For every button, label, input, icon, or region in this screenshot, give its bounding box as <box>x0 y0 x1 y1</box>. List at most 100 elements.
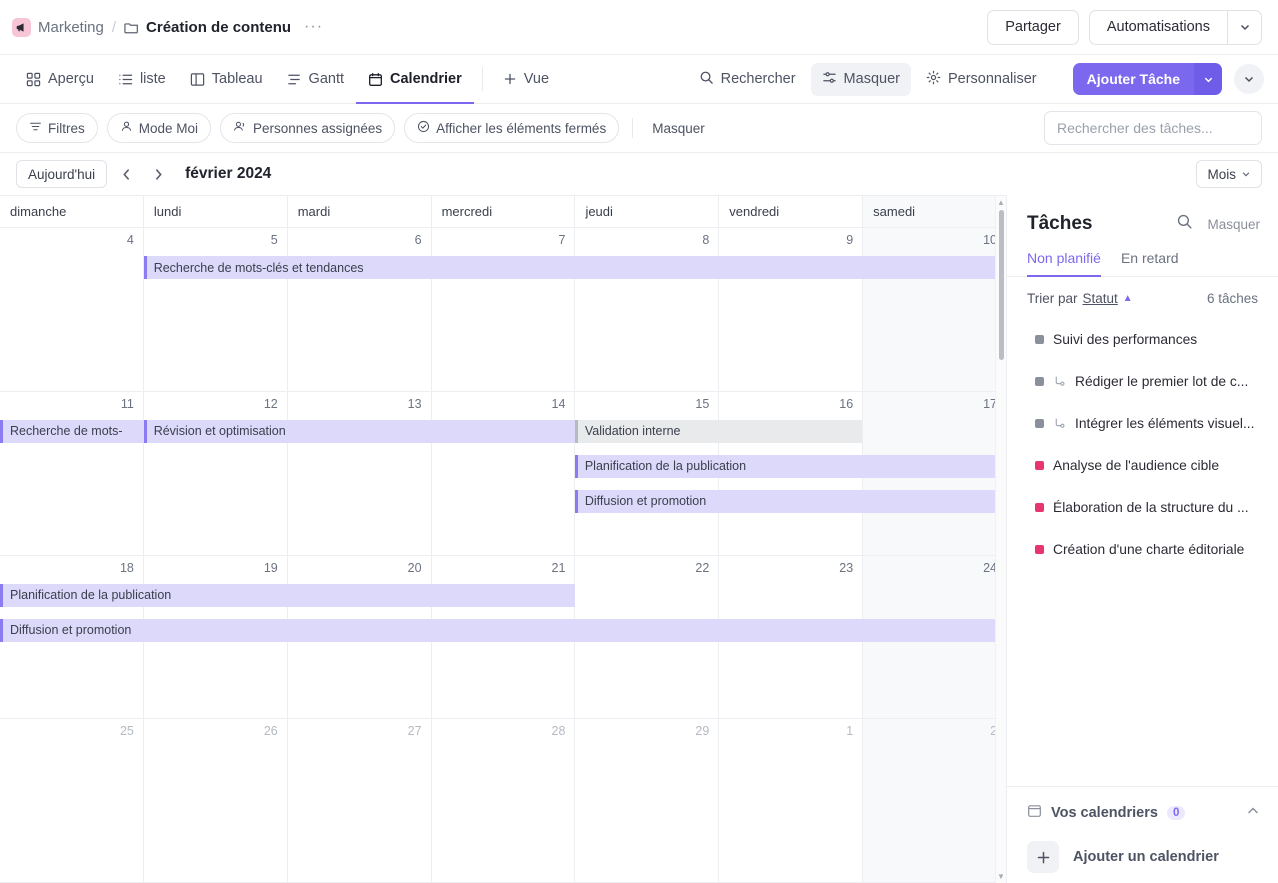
calendar-event[interactable]: Révision et optimisation <box>144 420 575 443</box>
calendar-day-cell[interactable]: 28 <box>432 719 576 882</box>
sort-direction-icon[interactable]: ▲ <box>1123 293 1133 304</box>
sidebar-tab-unscheduled[interactable]: Non planifié <box>1027 250 1101 277</box>
list-icon <box>118 72 133 87</box>
add-view-button[interactable]: Vue <box>491 56 561 104</box>
scroll-up-icon[interactable]: ▲ <box>997 198 1005 207</box>
calendar-zoom-select[interactable]: Mois <box>1196 160 1262 188</box>
sidebar-search-icon[interactable] <box>1176 213 1193 235</box>
calendar-day-cell[interactable]: 8 <box>575 228 719 391</box>
day-of-week-mardi: mardi <box>288 196 432 227</box>
tab-tableau[interactable]: Tableau <box>178 56 275 104</box>
day-number: 1 <box>846 724 853 738</box>
calendar-day-cell[interactable]: 14 <box>432 392 576 555</box>
calendar-day-cell[interactable]: 12 <box>144 392 288 555</box>
share-button[interactable]: Partager <box>987 10 1079 45</box>
show-closed-chip[interactable]: Afficher les éléments fermés <box>404 113 619 143</box>
prev-month-button[interactable] <box>113 161 139 187</box>
calendar-event[interactable]: Recherche de mots- <box>0 420 144 443</box>
day-number: 6 <box>415 233 422 247</box>
calendar-period-title: février 2024 <box>185 165 271 183</box>
calendar-day-cell[interactable]: 11 <box>0 392 144 555</box>
calendar-day-cell[interactable]: 1 <box>719 719 863 882</box>
list-item[interactable]: Création d'une charte éditoriale <box>1007 528 1278 570</box>
calendar-event[interactable]: Diffusion et promotion <box>575 490 1006 513</box>
calendar-day-cell[interactable]: 6 <box>288 228 432 391</box>
search-button[interactable]: Rechercher <box>688 63 807 96</box>
calendar-day-cell[interactable]: 9 <box>719 228 863 391</box>
list-item[interactable]: Rédiger le premier lot de c... <box>1007 360 1278 402</box>
sidebar-tab-overdue[interactable]: En retard <box>1121 250 1179 277</box>
breadcrumb-more-icon[interactable]: ··· <box>298 18 323 36</box>
calendar-day-cell[interactable]: 26 <box>144 719 288 882</box>
status-dot-icon <box>1035 503 1044 512</box>
breadcrumb-current[interactable]: Création de contenu <box>146 19 291 36</box>
sidebar-hide-button[interactable]: Masquer <box>1207 217 1260 232</box>
calendar-event[interactable]: Planification de la publication <box>0 584 575 607</box>
status-dot-icon <box>1035 545 1044 554</box>
calendar-event[interactable]: Diffusion et promotion <box>0 619 1006 642</box>
add-calendar-button[interactable]: Ajouter un calendrier <box>1027 841 1260 873</box>
calendar-day-cell[interactable]: 29 <box>575 719 719 882</box>
customize-button[interactable]: Personnaliser <box>915 63 1048 96</box>
board-icon <box>190 72 205 87</box>
your-calendars-header[interactable]: Vos calendriers 0 <box>1027 803 1260 823</box>
scrollbar-thumb[interactable] <box>999 210 1004 360</box>
filter-hide-button[interactable]: Masquer <box>646 121 711 136</box>
person-icon <box>120 120 133 136</box>
calendar-event[interactable]: Planification de la publication <box>575 455 1006 478</box>
calendar-event[interactable]: Validation interne <box>575 420 862 443</box>
tab-liste[interactable]: liste <box>106 56 178 104</box>
search-tasks-input[interactable] <box>1057 120 1249 136</box>
calendar-day-cell[interactable]: 7 <box>432 228 576 391</box>
more-views-caret-icon[interactable] <box>1234 64 1264 94</box>
calendar-day-cell[interactable]: 13 <box>288 392 432 555</box>
sidebar-tabs: Non planifié En retard <box>1007 235 1278 277</box>
calendar-day-cell[interactable]: 2 <box>863 719 1006 882</box>
list-item[interactable]: Suivi des performances <box>1007 318 1278 360</box>
tab-calendrier[interactable]: Calendrier <box>356 56 474 104</box>
view-divider <box>482 67 483 91</box>
calendar-week: 2526272829 12 <box>0 719 1006 883</box>
list-item[interactable]: Analyse de l'audience cible <box>1007 444 1278 486</box>
sidebar-sort-row: Trier par Statut ▲ 6 tâches <box>1007 277 1278 314</box>
chevron-up-icon[interactable] <box>1246 804 1260 823</box>
list-item[interactable]: Intégrer les éléments visuel... <box>1007 402 1278 444</box>
sidebar-spacer <box>1007 570 1278 786</box>
search-tasks-field[interactable] <box>1044 111 1262 145</box>
calendar-day-cell[interactable]: 4 <box>0 228 144 391</box>
assignees-chip[interactable]: Personnes assignées <box>220 113 395 143</box>
next-month-button[interactable] <box>145 161 171 187</box>
sort-key-button[interactable]: Statut <box>1083 291 1118 306</box>
gear-icon <box>926 70 941 89</box>
filter-bar: Filtres Mode Moi Personnes assignées Aff… <box>0 104 1278 153</box>
today-button[interactable]: Aujourd'hui <box>16 160 107 188</box>
breadcrumb-workspace[interactable]: Marketing <box>38 19 104 36</box>
day-number: 12 <box>264 397 278 411</box>
calendar-day-cell[interactable]: 27 <box>288 719 432 882</box>
day-number: 8 <box>702 233 709 247</box>
add-task-button[interactable]: Ajouter Tâche <box>1073 63 1194 95</box>
calendar-day-cell[interactable]: 25 <box>0 719 144 882</box>
calendar-day-cell[interactable]: 5 <box>144 228 288 391</box>
automations-button[interactable]: Automatisations <box>1089 10 1227 45</box>
calendar-week: 45 67 8910Recherche de mots-clés et tendan… <box>0 228 1006 392</box>
grid-icon <box>26 72 41 87</box>
filters-chip[interactable]: Filtres <box>16 113 98 143</box>
hide-fields-button[interactable]: Masquer <box>811 63 911 96</box>
automations-split-button: Automatisations <box>1089 10 1262 45</box>
me-mode-chip[interactable]: Mode Moi <box>107 113 211 143</box>
automations-caret-icon[interactable] <box>1227 10 1262 45</box>
calendar-event[interactable]: Recherche de mots-clés et tendances <box>144 256 1006 279</box>
scroll-down-icon[interactable]: ▼ <box>997 872 1005 881</box>
tab-apercu[interactable]: Aperçu <box>14 56 106 104</box>
tab-gantt[interactable]: Gantt <box>275 56 356 104</box>
add-task-caret-icon[interactable] <box>1194 63 1222 95</box>
top-bar: Marketing / Création de contenu ··· Part… <box>0 0 1278 55</box>
status-dot-icon <box>1035 377 1044 386</box>
calendar-scrollbar[interactable]: ▲ ▼ <box>995 196 1006 883</box>
subtask-icon <box>1053 375 1066 388</box>
list-item-label: Rédiger le premier lot de c... <box>1075 374 1248 389</box>
add-calendar-label: Ajouter un calendrier <box>1073 849 1219 865</box>
list-item[interactable]: Élaboration de la structure du ... <box>1007 486 1278 528</box>
calendar-day-cell[interactable]: 10 <box>863 228 1006 391</box>
